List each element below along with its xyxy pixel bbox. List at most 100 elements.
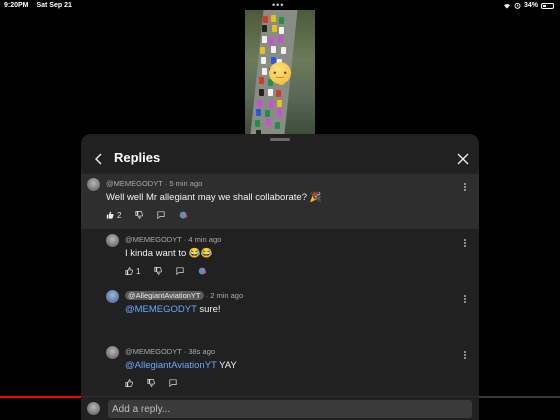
close-button[interactable]	[453, 149, 473, 169]
thumbs-up-filled-icon	[106, 211, 114, 219]
more-options-button[interactable]	[461, 179, 469, 191]
more-options-button[interactable]	[461, 235, 469, 247]
comment-meta: @MEMEGODYT · 38s ago	[125, 347, 215, 356]
thumbs-up-icon	[125, 267, 133, 275]
avatar[interactable]	[87, 178, 100, 191]
race-car	[255, 109, 261, 117]
creator-heart-badge	[198, 267, 208, 276]
race-car	[259, 77, 265, 85]
race-car	[279, 16, 285, 24]
race-car	[279, 26, 285, 34]
dislike-button[interactable]	[147, 379, 155, 387]
race-car	[257, 100, 263, 108]
race-car	[281, 46, 287, 54]
dislike-button[interactable]	[135, 211, 144, 219]
sheet-title: Replies	[114, 150, 161, 165]
comment-icon	[157, 211, 166, 219]
thumbs-up-icon	[125, 379, 133, 387]
race-car	[270, 15, 276, 23]
chevron-left-icon	[95, 153, 102, 165]
parent-comment: @MEMEGODYT · 5 min ago Well well Mr alle…	[81, 174, 479, 229]
alarm-icon	[514, 2, 521, 9]
like-count: 1	[136, 266, 141, 276]
comment-age: 2 min ago	[210, 291, 244, 300]
wifi-icon	[503, 3, 510, 9]
comment-text: @MEMEGODYT sure!	[125, 304, 221, 315]
sheet-grabber[interactable]	[270, 138, 290, 141]
race-car	[269, 37, 274, 45]
race-car	[265, 109, 271, 117]
video-progress-track[interactable]	[479, 396, 560, 398]
comment-body: sure!	[196, 304, 221, 315]
kebab-menu-icon	[464, 351, 466, 359]
comment-author[interactable]: @MEMEGODYT	[125, 235, 182, 244]
race-car	[272, 24, 278, 32]
reply-composer	[81, 396, 479, 420]
battery-icon	[541, 2, 554, 9]
like-button[interactable]	[125, 379, 133, 387]
like-button[interactable]: 1	[125, 267, 140, 276]
back-button[interactable]	[89, 149, 109, 169]
race-car	[275, 89, 281, 97]
comment-body: YAY	[216, 360, 237, 371]
status-right: 34%	[503, 2, 554, 9]
race-car	[255, 120, 261, 128]
avatar[interactable]	[106, 234, 119, 247]
sheet-header: Replies	[81, 146, 479, 174]
race-car	[265, 119, 271, 127]
race-car	[277, 99, 283, 107]
creator-author-badge[interactable]: @AllegiantAviationYT	[125, 291, 204, 300]
creator-heart-badge	[179, 211, 189, 220]
pensive-face-icon: •‿•	[269, 62, 291, 84]
race-car	[278, 36, 284, 44]
race-car	[276, 109, 282, 117]
reply-button[interactable]	[157, 211, 166, 219]
thumbs-down-icon	[154, 267, 163, 275]
battery-percent: 34%	[523, 2, 538, 9]
thumbs-down-icon	[147, 379, 155, 387]
creator-heart-icon	[199, 267, 207, 275]
like-count: 2	[117, 210, 122, 220]
creator-heart-icon	[180, 211, 188, 219]
like-button[interactable]: 2	[106, 211, 121, 220]
more-options-button[interactable]	[461, 347, 469, 359]
comment-age: 38s ago	[188, 347, 216, 356]
more-options-button[interactable]	[461, 291, 469, 303]
avatar[interactable]	[106, 290, 119, 303]
comment-age: 5 min ago	[169, 179, 203, 188]
comment-author[interactable]: @MEMEGODYT	[125, 347, 182, 356]
race-car	[259, 46, 265, 54]
avatar	[87, 402, 100, 415]
avatar[interactable]	[106, 346, 119, 359]
race-car	[270, 46, 276, 54]
comment-age: 4 min ago	[188, 235, 222, 244]
video-preview[interactable]: •‿•	[245, 10, 315, 134]
reply-button[interactable]	[169, 379, 177, 387]
race-car	[258, 88, 264, 96]
thumbs-down-icon	[135, 211, 144, 219]
dislike-button[interactable]	[154, 267, 163, 275]
close-icon	[457, 153, 469, 165]
multitask-dots-icon[interactable]: •••	[272, 0, 284, 10]
race-car	[262, 15, 268, 23]
reply-button[interactable]	[176, 267, 185, 275]
comment-meta: @MEMEGODYT · 5 min ago	[106, 179, 202, 188]
video-progress-bar[interactable]	[0, 396, 81, 398]
comment-actions	[125, 378, 191, 388]
comment-meta: @MEMEGODYT · 4 min ago	[125, 235, 221, 244]
reply-input[interactable]	[108, 400, 472, 418]
mention-link[interactable]: @MEMEGODYT	[125, 304, 197, 315]
race-car	[267, 88, 273, 96]
kebab-menu-icon	[464, 239, 466, 247]
comment-meta: @AllegiantAviationYT · 2 min ago	[125, 291, 243, 300]
kebab-menu-icon	[464, 295, 466, 303]
comment-actions: 1	[125, 266, 222, 276]
comment-author[interactable]: @MEMEGODYT	[106, 179, 163, 188]
race-car	[274, 121, 280, 129]
race-car	[262, 25, 268, 33]
comment-text: @AllegiantAviationYT YAY	[125, 360, 237, 371]
status-time: 9:20PM	[4, 2, 29, 9]
mention-link[interactable]: @AllegiantAviationYT	[125, 360, 217, 371]
kebab-menu-icon	[464, 183, 466, 191]
race-car	[262, 36, 268, 44]
